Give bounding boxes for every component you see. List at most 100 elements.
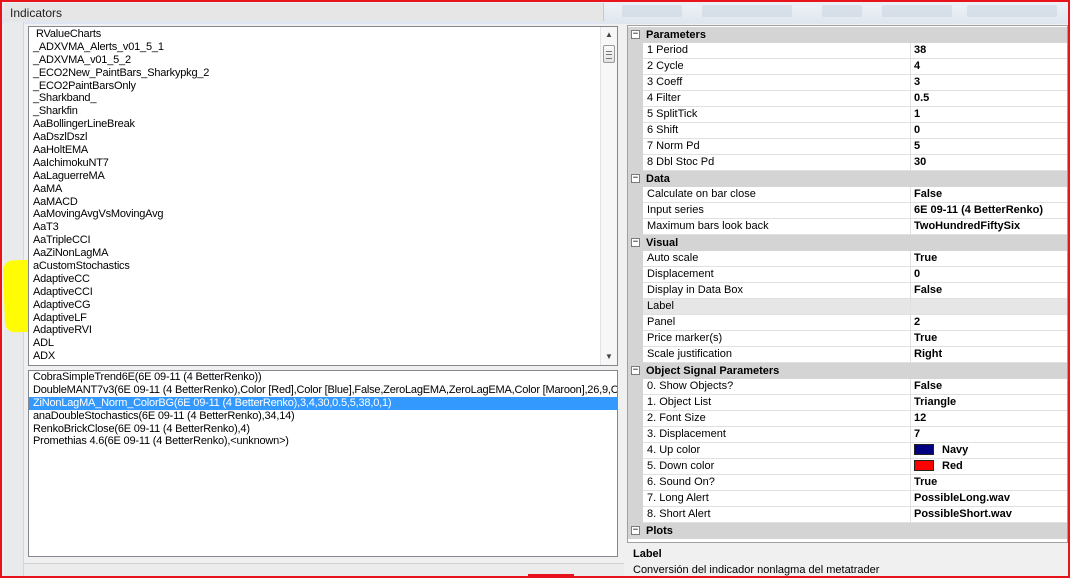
property-value[interactable]: 7 (911, 427, 1067, 443)
property-row[interactable]: 2 Cycle 4 (628, 59, 1067, 75)
property-value[interactable]: 5 (911, 139, 1067, 155)
indicator-list-item[interactable]: _Sharkfin (29, 105, 600, 118)
property-value[interactable]: 3 (911, 75, 1067, 91)
scroll-thumb[interactable] (603, 45, 615, 63)
property-value[interactable]: 38 (911, 43, 1067, 59)
indicator-list-item[interactable]: _ADXVMA_v01_5_2 (29, 54, 600, 67)
applied-indicator-item[interactable]: Promethias 4.6(6E 09-11 (4 BetterRenko),… (29, 435, 617, 448)
property-row[interactable]: Calculate on bar close False (628, 187, 1067, 203)
applied-indicators-list[interactable]: CobraSimpleTrend6E(6E 09-11 (4 BetterRen… (28, 370, 618, 557)
property-row[interactable]: 1 Period 38 (628, 43, 1067, 59)
indicator-list-item[interactable]: aCustomStochastics (29, 260, 600, 273)
available-indicators-list[interactable]: RValueCharts _ADXVMA_Alerts_v01_5_1 _ADXVM… (28, 26, 618, 366)
indicator-list-item[interactable]: AaIchimokuNT7 (29, 157, 600, 170)
category-object-signal-parameters[interactable]: − Object Signal Parameters (628, 363, 1067, 379)
indicator-list-item[interactable]: AaBollingerLineBreak (29, 118, 600, 131)
indicator-list-scrollbar[interactable]: ▲ ▼ (600, 27, 617, 365)
applied-indicator-item[interactable]: ZiNonLagMA_Norm_ColorBG(6E 09-11 (4 Bett… (29, 396, 617, 410)
indicator-list-item[interactable]: AaDszlDszl (29, 131, 600, 144)
property-row[interactable]: 7. Long Alert PossibleLong.wav (628, 491, 1067, 507)
property-row[interactable]: 6 Shift 0 (628, 123, 1067, 139)
indicator-list-item[interactable]: AaMovingAvgVsMovingAvg (29, 208, 600, 221)
property-row[interactable]: 5 SplitTick 1 (628, 107, 1067, 123)
category-data[interactable]: − Data (628, 171, 1067, 187)
property-value[interactable]: True (911, 251, 1067, 267)
property-value[interactable]: False (911, 187, 1067, 203)
property-value[interactable]: False (911, 283, 1067, 299)
indicator-list-item[interactable]: AaHoltEMA (29, 144, 600, 157)
indicator-list-item[interactable]: AdaptiveCC (29, 273, 600, 286)
property-row[interactable]: 4. Up color Navy (628, 443, 1067, 459)
property-value[interactable]: PossibleLong.wav (911, 491, 1067, 507)
property-row[interactable]: Price marker(s) True (628, 331, 1067, 347)
category-visual[interactable]: − Visual (628, 235, 1067, 251)
property-row[interactable]: 2. Font Size 12 (628, 411, 1067, 427)
indicator-list-item[interactable]: _Sharkband_ (29, 92, 600, 105)
applied-indicator-item[interactable]: RenkoBrickClose(6E 09-11 (4 BetterRenko)… (29, 423, 617, 436)
property-row[interactable]: 8 Dbl Stoc Pd 30 (628, 155, 1067, 171)
indicator-list-item[interactable]: _ADXVMA_Alerts_v01_5_1 (29, 41, 600, 54)
collapse-icon[interactable]: − (631, 526, 640, 535)
indicator-list-item[interactable]: AdaptiveRVI (29, 324, 600, 337)
property-value[interactable]: Red (911, 459, 1067, 475)
indicator-list-item[interactable]: AdaptiveLF (29, 312, 600, 325)
property-value[interactable]: 12 (911, 411, 1067, 427)
property-row[interactable]: Auto scale True (628, 251, 1067, 267)
applied-indicator-item[interactable]: CobraSimpleTrend6E(6E 09-11 (4 BetterRen… (29, 371, 617, 384)
property-value[interactable]: Right (911, 347, 1067, 363)
category-plots[interactable]: − Plots (628, 523, 1067, 539)
indicator-list-item[interactable]: _ECO2New_PaintBars_Sharkypkg_2 (29, 67, 600, 80)
indicator-list-item[interactable]: AaT3 (29, 221, 600, 234)
property-row[interactable]: Display in Data Box False (628, 283, 1067, 299)
property-row[interactable]: 0. Show Objects? False (628, 379, 1067, 395)
property-row[interactable]: Input series 6E 09-11 (4 BetterRenko) (628, 203, 1067, 219)
property-row[interactable]: 4 Filter 0.5 (628, 91, 1067, 107)
property-value[interactable] (911, 299, 1067, 315)
property-row[interactable]: Scale justification Right (628, 347, 1067, 363)
property-row[interactable]: 7 Norm Pd 5 (628, 139, 1067, 155)
applied-indicator-item[interactable]: DoubleMANT7v3(6E 09-11 (4 BetterRenko),C… (29, 384, 617, 397)
indicator-list-item[interactable]: AaMA (29, 183, 600, 196)
collapse-icon[interactable]: − (631, 174, 640, 183)
property-value[interactable]: 6E 09-11 (4 BetterRenko) (911, 203, 1067, 219)
collapse-icon[interactable]: − (631, 366, 640, 375)
property-row[interactable]: Panel 2 (628, 315, 1067, 331)
property-row[interactable]: Displacement 0 (628, 267, 1067, 283)
property-value[interactable]: Triangle (911, 395, 1067, 411)
property-row[interactable]: 6. Sound On? True (628, 475, 1067, 491)
property-value[interactable]: False (911, 379, 1067, 395)
indicator-list-item[interactable]: AdaptiveCCI (29, 286, 600, 299)
indicator-list-item[interactable]: ADL (29, 337, 600, 350)
property-value[interactable]: 4 (911, 59, 1067, 75)
property-row[interactable]: 3 Coeff 3 (628, 75, 1067, 91)
scroll-up-icon[interactable]: ▲ (601, 27, 617, 43)
property-row[interactable]: Maximum bars look back TwoHundredFiftySix (628, 219, 1067, 235)
collapse-icon[interactable]: − (631, 238, 640, 247)
property-value[interactable]: 30 (911, 155, 1067, 171)
property-row[interactable]: 5. Down color Red (628, 459, 1067, 475)
property-value[interactable]: True (911, 475, 1067, 491)
property-row[interactable]: 1. Object List Triangle (628, 395, 1067, 411)
property-value[interactable]: 2 (911, 315, 1067, 331)
property-grid[interactable]: − Parameters 1 Period 38 2 Cycle 4 3 Coeff 3 4 F… (627, 25, 1068, 543)
property-row[interactable]: 3. Displacement 7 (628, 427, 1067, 443)
scroll-down-icon[interactable]: ▼ (601, 349, 617, 365)
indicator-list-item[interactable]: AdaptiveCG (29, 299, 600, 312)
indicator-list-item[interactable]: RValueCharts (29, 28, 600, 41)
category-parameters[interactable]: − Parameters (628, 27, 1067, 43)
property-value[interactable]: True (911, 331, 1067, 347)
indicator-list-item[interactable]: AaMACD (29, 196, 600, 209)
property-value[interactable]: Navy (911, 443, 1067, 459)
property-value[interactable]: PossibleShort.wav (911, 507, 1067, 523)
property-value[interactable]: 1 (911, 107, 1067, 123)
property-row[interactable]: Label (628, 299, 1067, 315)
property-value[interactable]: 0 (911, 267, 1067, 283)
indicator-list-item[interactable]: AaTripleCCI (29, 234, 600, 247)
indicator-list-item[interactable]: AaZiNonLagMA (29, 247, 600, 260)
indicator-list-item[interactable]: ADX (29, 350, 600, 363)
property-value[interactable]: 0.5 (911, 91, 1067, 107)
property-row[interactable]: 8. Short Alert PossibleShort.wav (628, 507, 1067, 523)
collapse-icon[interactable]: − (631, 30, 640, 39)
property-value[interactable]: 0 (911, 123, 1067, 139)
indicator-list-item[interactable]: _ECO2PaintBarsOnly (29, 80, 600, 93)
